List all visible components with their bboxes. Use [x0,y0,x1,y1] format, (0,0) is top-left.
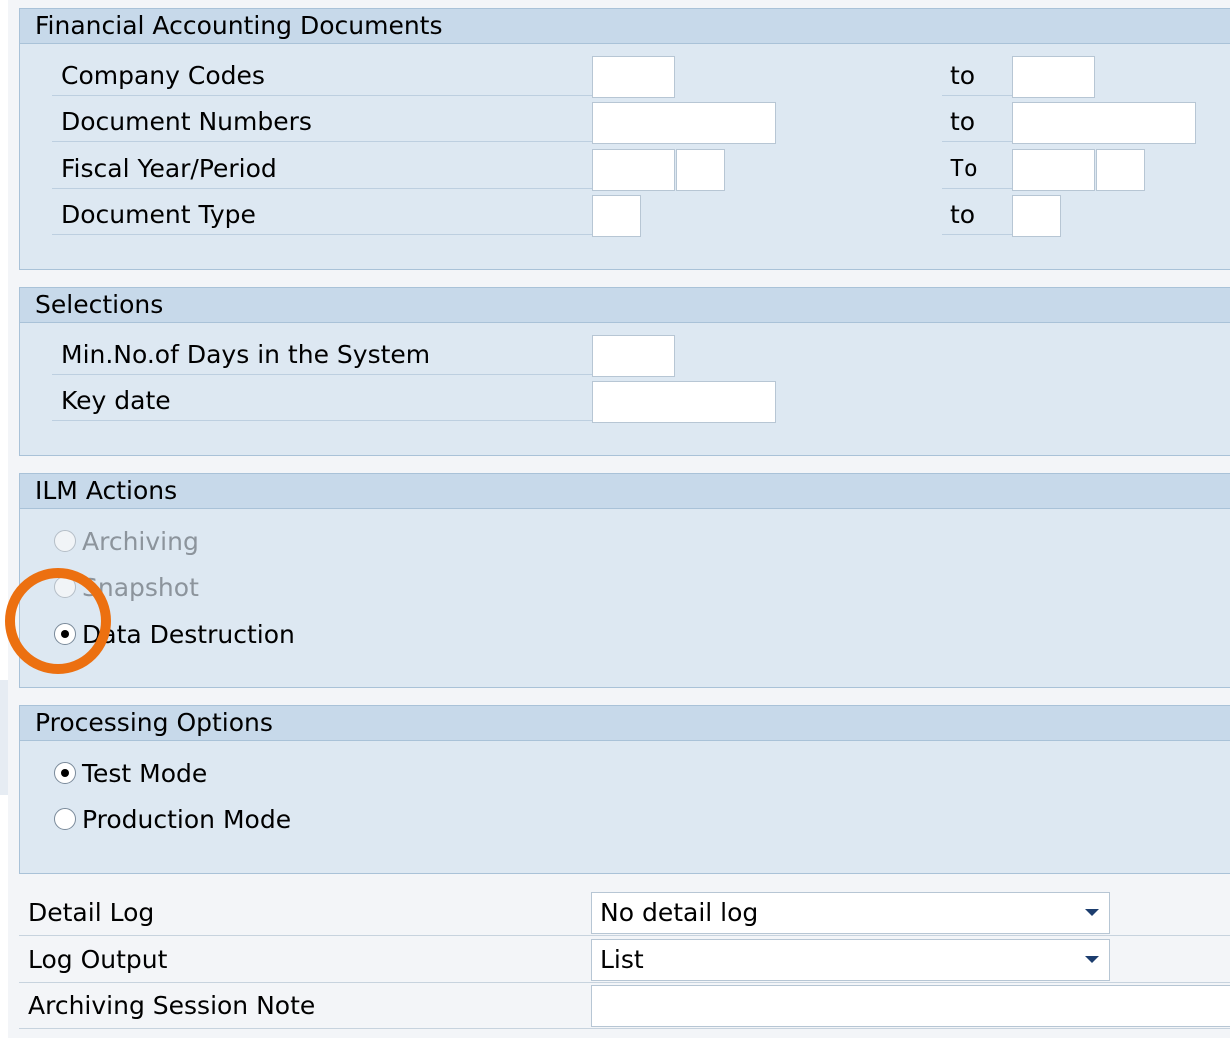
fiscal-year-from-input[interactable] [592,149,675,191]
key-date-input[interactable] [592,381,776,423]
row-log-output: Log Output List [19,937,1230,983]
left-edge [0,0,8,1038]
min-days-input[interactable] [592,335,675,377]
group-ilm-actions: ILM Actions Archiving Snapshot Data Dest… [19,473,1230,688]
company-codes-to-input[interactable] [1012,56,1095,98]
period-from-input[interactable] [676,149,725,191]
radio-label: Data Destruction [82,620,295,649]
document-type-label: Document Type [52,195,592,235]
document-type-to-input[interactable] [1012,195,1061,237]
highlight-circle-annotation [5,568,111,674]
document-type-from-input[interactable] [592,195,641,237]
radio-test-mode[interactable]: Test Mode [54,754,207,794]
radio-label: Test Mode [82,759,208,788]
dropdown-arrow-icon[interactable] [1085,909,1099,916]
radio-button[interactable] [54,762,76,784]
group-processing-options: Processing Options Test Mode Production … [19,705,1230,874]
radio-label: Archiving [82,527,199,556]
row-session-note: Archiving Session Note [19,983,1230,1029]
company-codes-label: Company Codes [52,56,592,96]
group-title: Selections [20,288,1230,323]
period-to-input[interactable] [1096,149,1145,191]
fiscal-year-to-input[interactable] [1012,149,1095,191]
company-codes-from-input[interactable] [592,56,675,98]
dropdown-arrow-icon[interactable] [1085,956,1099,963]
document-numbers-from-input[interactable] [592,102,776,144]
detail-log-dropdown[interactable]: No detail log [591,892,1110,934]
log-output-value: List [600,945,644,974]
document-numbers-to-input[interactable] [1012,102,1196,144]
group-selections: Selections Min.No.of Days in the System … [19,287,1230,456]
radio-production-mode[interactable]: Production Mode [54,800,291,840]
document-numbers-label: Document Numbers [52,102,592,142]
left-edge-panel [0,680,8,795]
detail-log-value: No detail log [600,898,759,927]
fiscal-year-period-label: Fiscal Year/Period [52,149,592,189]
group-financial-accounting-documents: Financial Accounting Documents Company C… [19,8,1230,270]
group-title: Processing Options [20,706,1230,741]
log-output-dropdown[interactable]: List [591,939,1110,981]
radio-button[interactable] [54,530,76,552]
group-title: ILM Actions [20,474,1230,509]
row-detail-log: Detail Log No detail log [19,890,1230,936]
min-days-label: Min.No.of Days in the System [52,335,592,375]
radio-archiving[interactable]: Archiving [54,522,199,562]
radio-button[interactable] [54,808,76,830]
radio-label: Production Mode [82,805,292,834]
session-note-input[interactable] [591,985,1230,1027]
key-date-label: Key date [52,381,592,421]
group-title: Financial Accounting Documents [20,9,1230,44]
